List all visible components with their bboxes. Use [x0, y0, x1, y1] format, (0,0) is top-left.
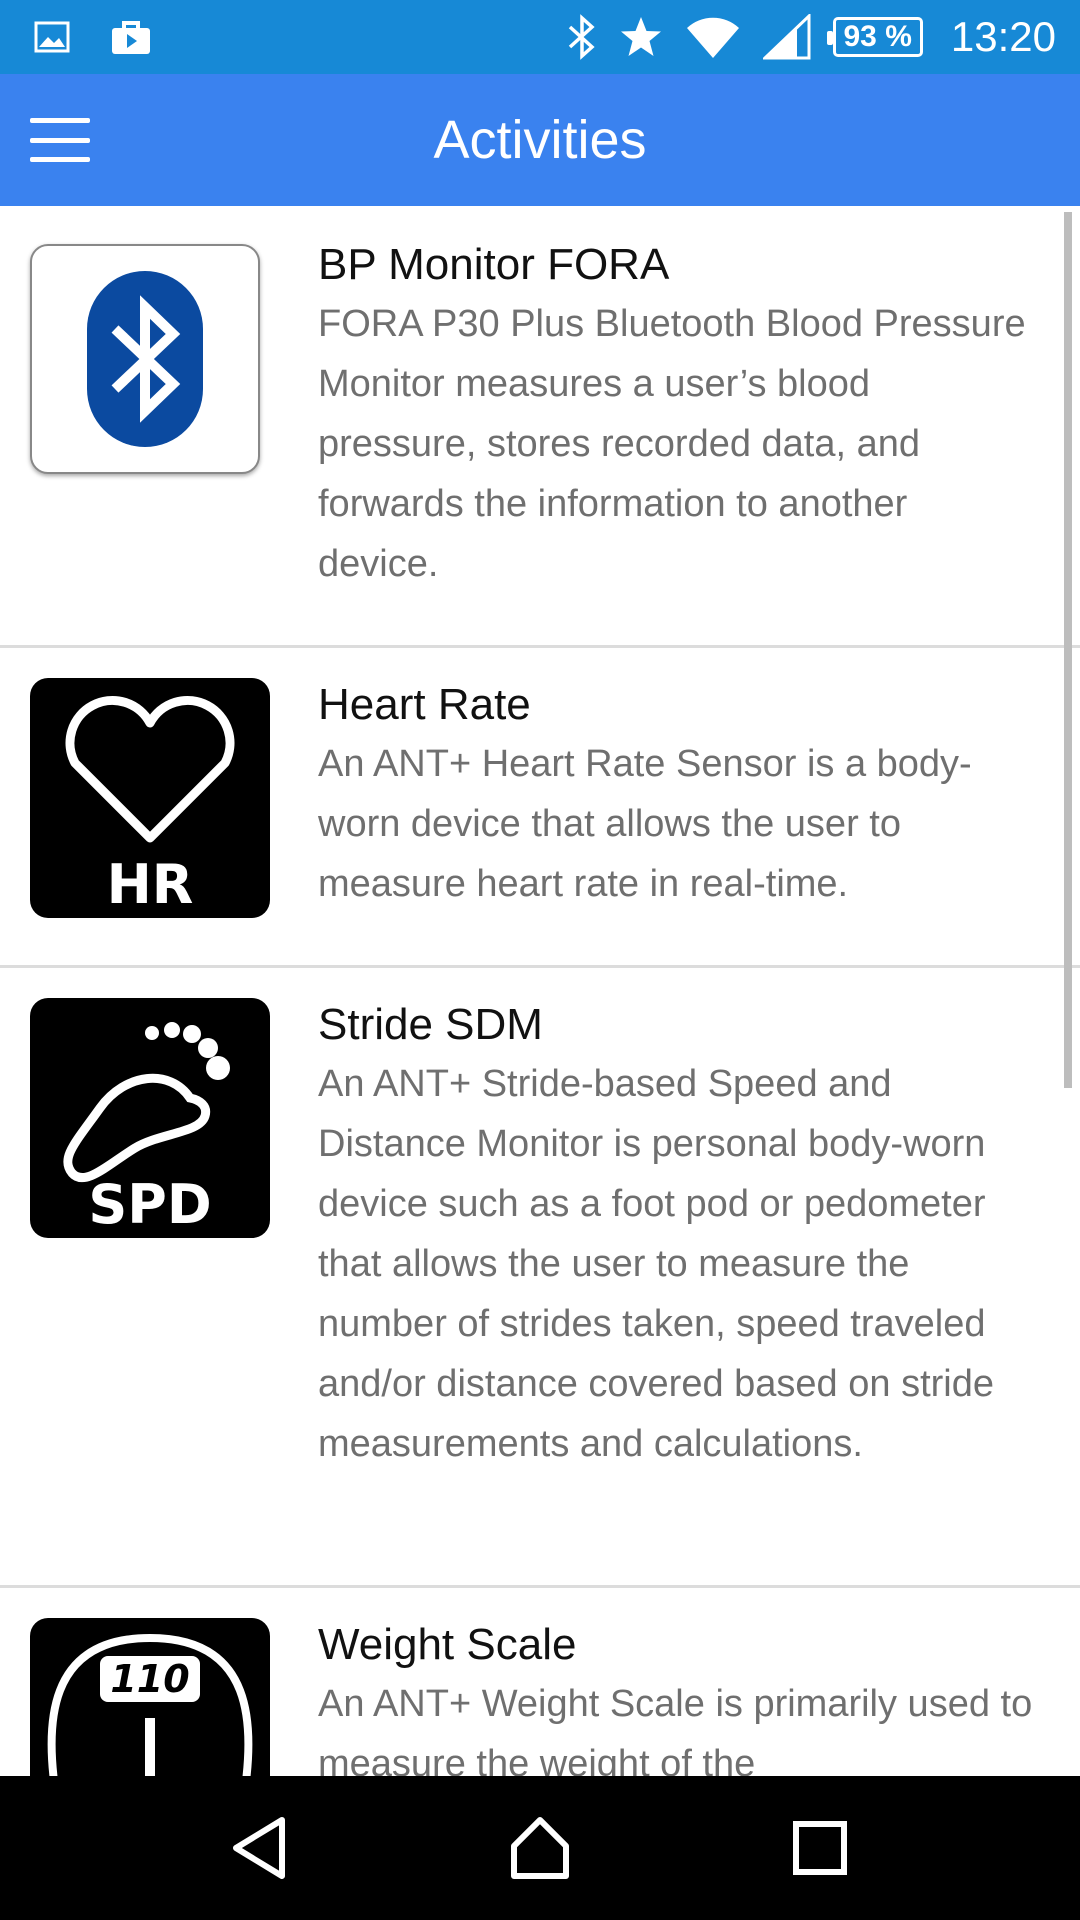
scale-icon: 110 — [30, 1618, 270, 1776]
wifi-icon — [685, 14, 741, 60]
list-item-weight-scale[interactable]: 110 Weight Scale An ANT+ Weight Scale is… — [0, 1588, 1080, 1776]
activity-title: Heart Rate — [318, 680, 531, 729]
back-icon[interactable] — [215, 1803, 305, 1893]
gallery-icon — [34, 21, 70, 53]
list-item-heart-rate[interactable]: HR Heart Rate An ANT+ Heart Rate Sensor … — [0, 648, 1080, 968]
navigation-bar — [0, 1776, 1080, 1920]
scrollbar[interactable] — [1064, 212, 1072, 1088]
bluetooth-icon — [567, 14, 597, 60]
heart-rate-icon: HR — [30, 678, 270, 918]
battery-icon: 93 % — [826, 17, 923, 57]
footprint-icon: SPD — [30, 998, 270, 1238]
star-icon — [619, 15, 663, 59]
page-title: Activities — [433, 110, 647, 170]
list-item-bp-monitor[interactable]: BP Monitor FORA FORA P30 Plus Bluetooth … — [0, 206, 1080, 648]
hamburger-menu-icon[interactable] — [30, 118, 90, 162]
activity-description: An ANT+ Heart Rate Sensor is a body-worn… — [318, 743, 972, 905]
store-icon — [110, 18, 152, 56]
app-bar: Activities — [0, 74, 1080, 206]
scale-display: 110 — [110, 1657, 189, 1701]
spd-label: SPD — [88, 1173, 211, 1236]
activity-description: An ANT+ Stride-based Speed and Distance … — [318, 1063, 994, 1465]
activity-title: BP Monitor FORA — [318, 240, 670, 289]
clock: 13:20 — [950, 13, 1056, 60]
status-bar: 93 % 13:20 — [0, 0, 1080, 74]
activities-list[interactable]: BP Monitor FORA FORA P30 Plus Bluetooth … — [0, 206, 1080, 1776]
activity-description: FORA P30 Plus Bluetooth Blood Pressure M… — [318, 303, 1026, 585]
activity-description: An ANT+ Weight Scale is primarily used t… — [318, 1683, 1033, 1776]
recents-icon[interactable] — [775, 1803, 865, 1893]
signal-icon — [762, 14, 811, 60]
list-item-stride-sdm[interactable]: SPD Stride SDM An ANT+ Stride-based Spee… — [0, 968, 1080, 1588]
activity-title: Stride SDM — [318, 1000, 543, 1049]
bluetooth-logo-icon — [30, 244, 260, 474]
home-icon[interactable] — [495, 1803, 585, 1893]
activity-title: Weight Scale — [318, 1620, 577, 1669]
hr-label: HR — [107, 853, 194, 916]
